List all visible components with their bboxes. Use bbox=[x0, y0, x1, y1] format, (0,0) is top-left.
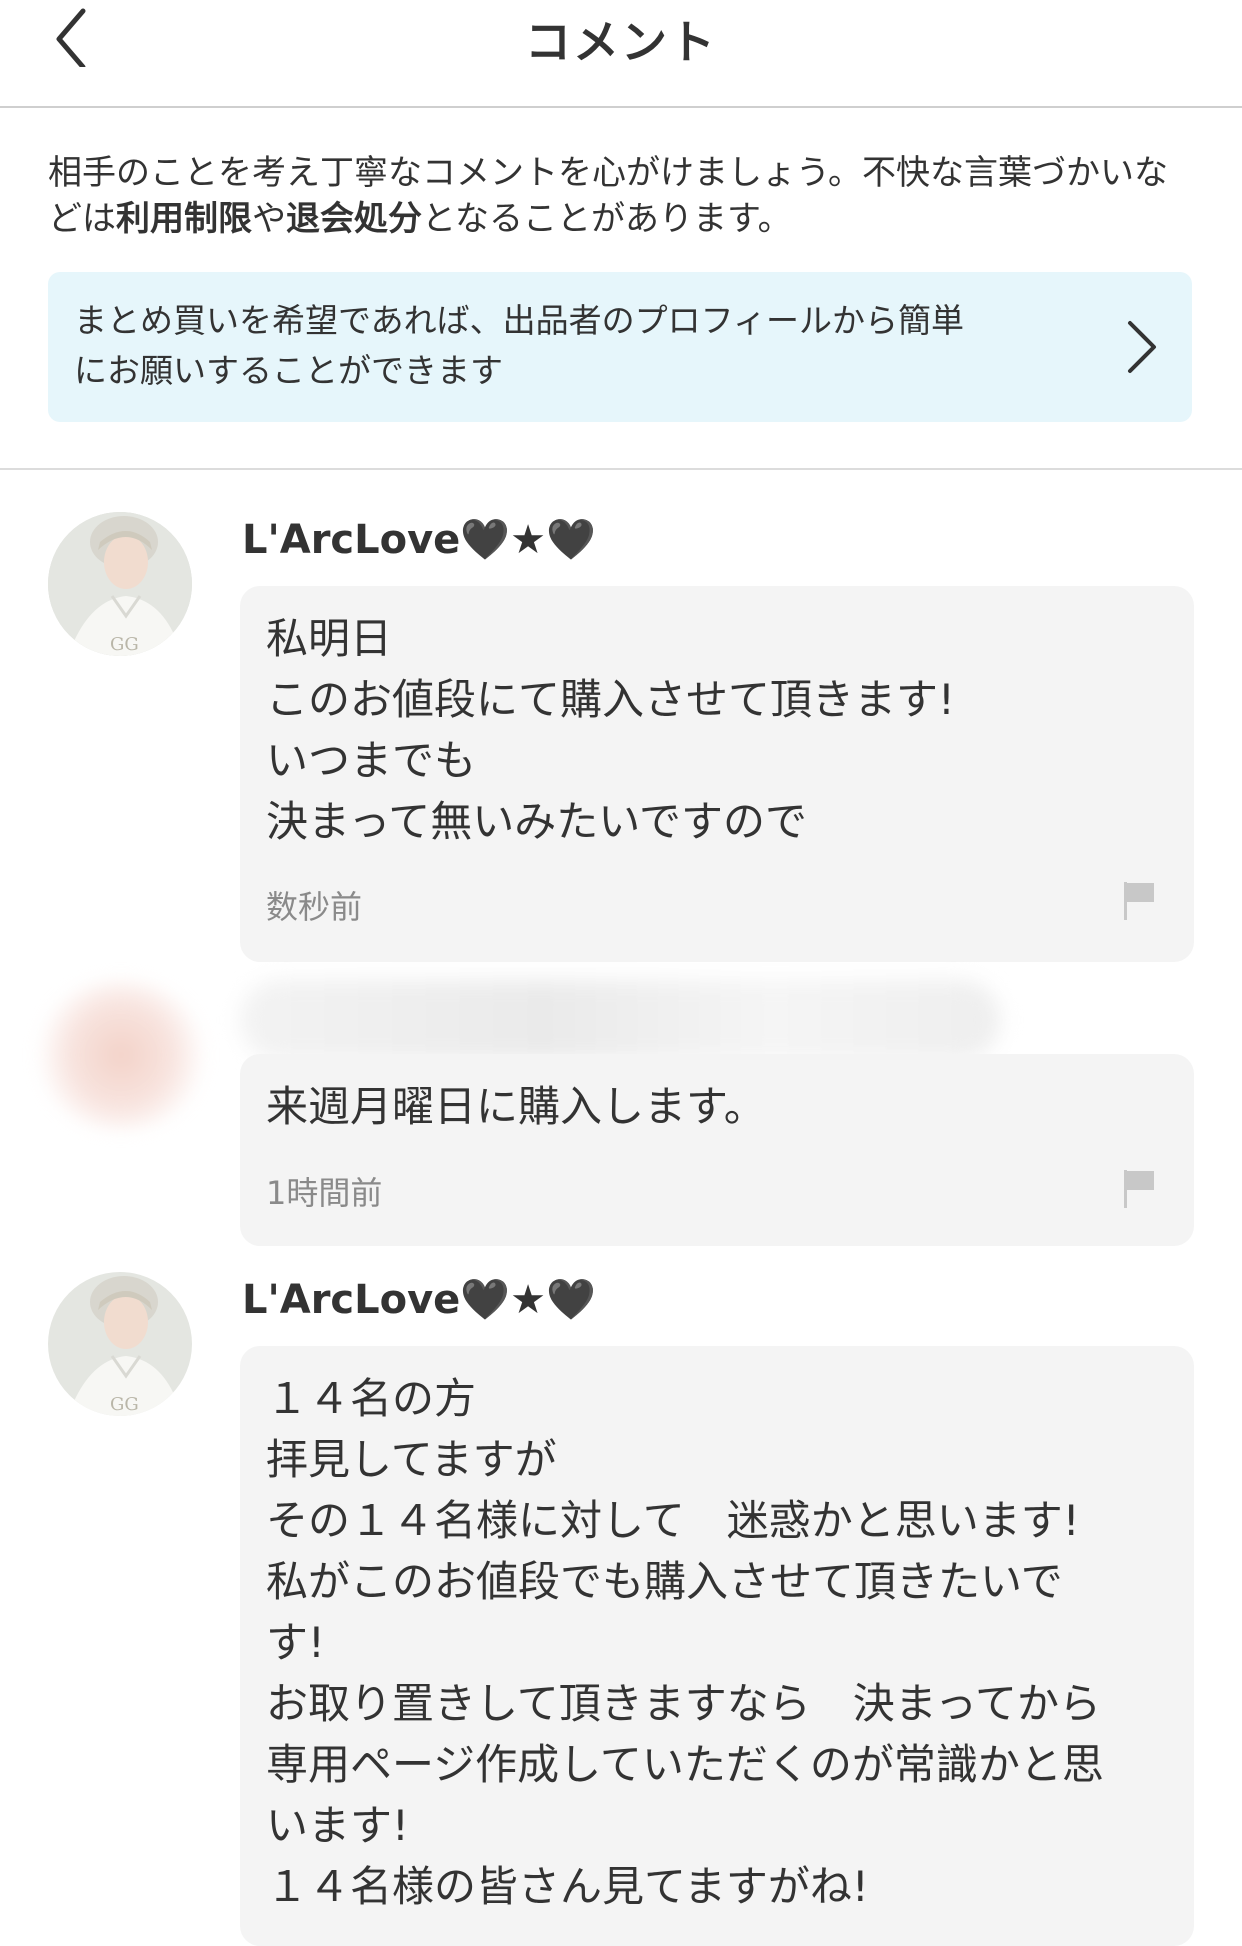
report-flag-icon[interactable] bbox=[1122, 880, 1156, 920]
avatar-image: GG bbox=[48, 512, 192, 656]
section-divider bbox=[0, 468, 1242, 470]
avatar[interactable]: GG bbox=[48, 512, 192, 656]
svg-text:GG: GG bbox=[110, 1394, 139, 1415]
comment-bubble: １４名の方 拝見してますが その１４名様に対して 迷惑かと思います! 私がこのお… bbox=[240, 1346, 1194, 1946]
notice-usage-restriction: 利用制限 bbox=[116, 199, 252, 239]
comment-bubble: 来週月曜日に購入します。 1時間前 bbox=[240, 1054, 1194, 1246]
report-flag-icon[interactable] bbox=[1122, 1168, 1156, 1208]
info-card-line: にお願いすることができます bbox=[74, 351, 503, 390]
top-bar: コメント bbox=[0, 0, 1242, 108]
comment-message: １４名の方 拝見してますが その１４名様に対して 迷惑かと思います! 私がこのお… bbox=[266, 1374, 1104, 1911]
bundle-purchase-info-card[interactable]: まとめ買いを希望であれば、出品者のプロフィールから簡単 にお願いすることができま… bbox=[48, 272, 1192, 422]
info-card-text: まとめ買いを希望であれば、出品者のプロフィールから簡単 にお願いすることができま… bbox=[74, 296, 1074, 396]
comment-timestamp: 数秒前 bbox=[266, 888, 363, 926]
notice-text: や bbox=[252, 199, 286, 239]
info-card-line: まとめ買いを希望であれば、出品者のプロフィールから簡単 bbox=[74, 301, 965, 340]
avatar[interactable]: GG bbox=[48, 1272, 192, 1416]
comment-message: 来週月曜日に購入します。 bbox=[266, 1082, 766, 1131]
avatar-image: GG bbox=[48, 1272, 192, 1416]
avatar-blurred bbox=[36, 980, 206, 1130]
comment-username[interactable]: L'ArcLove🖤★🖤 bbox=[242, 516, 596, 563]
comment-timestamp: 1時間前 bbox=[266, 1174, 383, 1212]
comment-message: 私明日 このお値段にて購入させて頂きます! いつまでも 決まって無いみたいですの… bbox=[266, 614, 955, 846]
comment-guideline-notice: 相手のことを考え丁寧なコメントを心がけましょう。不快な言葉づかいなどは利用制限や… bbox=[48, 150, 1198, 242]
comment-bubble: 私明日 このお値段にて購入させて頂きます! いつまでも 決まって無いみたいですの… bbox=[240, 586, 1194, 962]
notice-text: となることがあります。 bbox=[422, 199, 792, 239]
comment-username[interactable]: L'ArcLove🖤★🖤 bbox=[242, 1276, 596, 1323]
svg-text:GG: GG bbox=[110, 634, 139, 655]
username-blurred bbox=[240, 980, 1000, 1060]
notice-account-termination: 退会処分 bbox=[286, 199, 422, 239]
chevron-right-icon bbox=[1128, 321, 1156, 373]
page-title: コメント bbox=[525, 15, 717, 69]
